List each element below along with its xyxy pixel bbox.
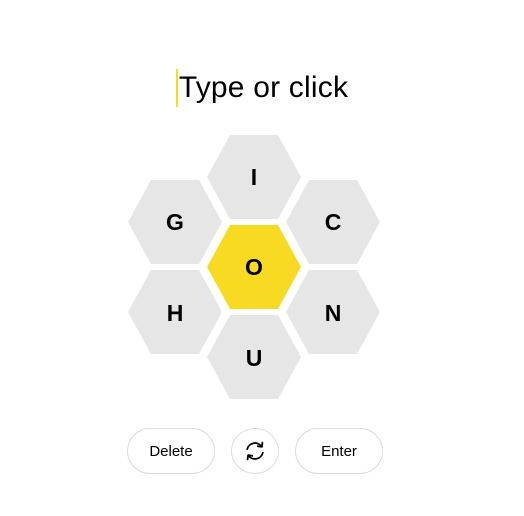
hive-cell-upper-left[interactable]: G: [128, 180, 222, 264]
delete-button[interactable]: Delete: [127, 428, 215, 474]
hive-letter-lower-right: N: [325, 300, 342, 326]
hive-cell-top[interactable]: I: [207, 135, 301, 219]
shuffle-icon: [246, 441, 264, 461]
hive-cell-center[interactable]: O: [207, 225, 301, 309]
hive-letter-upper-right: C: [325, 209, 342, 235]
hive-cell-upper-right[interactable]: C: [286, 180, 380, 264]
hive-cell-bottom[interactable]: U: [207, 315, 301, 399]
hive-letter-top: I: [251, 164, 257, 190]
hive-letter-lower-left: H: [167, 300, 184, 326]
hive-letter-upper-left: G: [166, 209, 184, 235]
hive-letter-bottom: U: [246, 345, 263, 371]
spelling-bee-board: Type or click I G C O H N U Delete Enter: [0, 0, 524, 516]
shuffle-button[interactable]: [231, 428, 279, 474]
enter-button[interactable]: Enter: [295, 428, 383, 474]
controls-row: Delete Enter: [0, 428, 524, 476]
hive-cell-lower-right[interactable]: N: [286, 270, 380, 354]
hive-letter-center: O: [245, 254, 263, 280]
hive-cell-lower-left[interactable]: H: [128, 270, 222, 354]
